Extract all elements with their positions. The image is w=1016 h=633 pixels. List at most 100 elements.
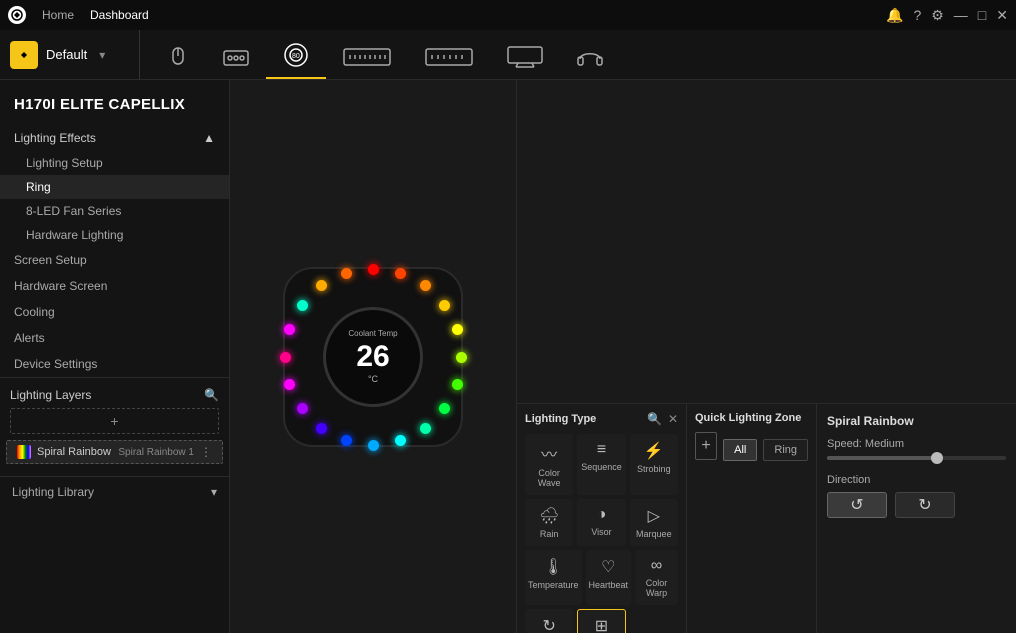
lighting-type-icons: 🔍 ✕ xyxy=(647,412,678,426)
screen-temperature: 26 xyxy=(356,340,389,374)
effect-rain[interactable]: 🌧 Rain xyxy=(525,499,573,546)
led-dot-8 xyxy=(420,423,431,434)
sequence-icon: ≡ xyxy=(597,441,606,459)
led-dot-12 xyxy=(316,423,327,434)
led-dot-7 xyxy=(439,403,450,414)
led-dot-4 xyxy=(452,324,463,335)
direction-cw-button[interactable]: ↻ xyxy=(895,492,955,518)
sidebar-item-hardware-screen[interactable]: Hardware Screen xyxy=(0,273,229,299)
sidebar-item-lighting-setup[interactable]: Lighting Setup xyxy=(0,151,229,175)
help-icon[interactable]: ? xyxy=(913,7,921,23)
lighting-search-icon[interactable]: 🔍 xyxy=(647,412,662,426)
device-tabs: 80 xyxy=(140,30,1006,79)
center-panel: Coolant Temp 26 °C xyxy=(230,80,516,633)
sidebar-item-screen-setup[interactable]: Screen Setup xyxy=(0,247,229,273)
effect-screen-lighting[interactable]: ⊞ Screen Light... xyxy=(577,609,625,633)
direction-label: Direction xyxy=(827,474,1006,486)
quick-lighting-zone-panel: Quick Lighting Zone + All Ring xyxy=(687,404,817,633)
quick-zone-title: Quick Lighting Zone xyxy=(695,412,801,424)
effect-sequence[interactable]: ≡ Sequence xyxy=(577,434,625,495)
notification-icon[interactable]: 🔔 xyxy=(886,7,903,24)
sidebar-item-cooling[interactable]: Cooling xyxy=(0,299,229,325)
visor-icon: ◑ xyxy=(597,506,607,524)
effect-label: Temperature xyxy=(528,580,579,590)
device-title: H170I ELITE CAPELLIX xyxy=(0,90,229,125)
speed-slider-thumb[interactable] xyxy=(931,452,943,464)
profile-caret-icon: ▾ xyxy=(99,48,105,62)
device-preview-container: Coolant Temp 26 °C xyxy=(273,257,473,457)
lighting-close-icon[interactable]: ✕ xyxy=(668,412,678,426)
effect-heartbeat[interactable]: ♡ Heartbeat xyxy=(586,550,632,605)
nav-dashboard[interactable]: Dashboard xyxy=(90,8,149,22)
zone-btn-all[interactable]: All xyxy=(723,439,757,461)
led-dot-11 xyxy=(341,435,352,446)
speed-slider[interactable] xyxy=(827,456,1006,460)
lighting-library[interactable]: Lighting Library ▾ xyxy=(0,476,229,507)
effect-label: Visor xyxy=(591,527,611,537)
sidebar: H170I ELITE CAPELLIX Lighting Effects ▲ … xyxy=(0,80,230,633)
settings-icon[interactable]: ⚙ xyxy=(931,7,944,24)
sidebar-lighting-effects[interactable]: Lighting Effects ▲ xyxy=(0,125,229,151)
right-panel: Lighting Type 🔍 ✕ 〰 Color Wave xyxy=(516,80,1016,633)
speed-slider-track xyxy=(827,456,1006,460)
effect-label: Marquee xyxy=(636,529,672,539)
led-dot-3 xyxy=(439,300,450,311)
device-tab-mouse[interactable] xyxy=(150,30,206,79)
effect-color-warp[interactable]: ∞ Color Warp xyxy=(635,550,678,605)
led-dot-10 xyxy=(368,440,379,451)
sidebar-item-alerts[interactable]: Alerts xyxy=(0,325,229,351)
lighting-layers-section: Lighting Layers 🔍 + Spiral Rainbow Spira… xyxy=(0,377,229,476)
effect-color-wave[interactable]: 〰 Color Wave xyxy=(525,434,573,495)
device-tab-pump[interactable]: 80 xyxy=(266,30,326,79)
led-dot-6 xyxy=(452,379,463,390)
device-tab-headset[interactable] xyxy=(560,30,620,79)
layer-name: Spiral Rainbow xyxy=(37,446,112,458)
device-tab-monitor[interactable] xyxy=(490,30,560,79)
sidebar-item-ring[interactable]: Ring xyxy=(0,175,229,199)
device-tab-hub[interactable] xyxy=(206,30,266,79)
effect-visor[interactable]: ◑ Visor xyxy=(577,499,625,546)
profile-icon xyxy=(10,41,38,69)
profile-selector[interactable]: Default ▾ xyxy=(10,30,140,79)
nav-home[interactable]: Home xyxy=(42,8,74,22)
device-tab-keyboard2[interactable] xyxy=(408,30,490,79)
layers-search-icon[interactable]: 🔍 xyxy=(204,388,219,402)
led-dot-2 xyxy=(420,280,431,291)
color-warp-icon: ∞ xyxy=(651,557,662,575)
close-button[interactable]: ✕ xyxy=(996,7,1008,24)
rotary-stack-icon: ↻ xyxy=(542,616,555,633)
direction-buttons: ↺ ↻ xyxy=(827,492,1006,518)
marquee-icon: ▷ xyxy=(648,506,660,526)
device-tab-keyboard1[interactable] xyxy=(326,30,408,79)
layer-more-icon[interactable]: ⋮ xyxy=(200,445,212,459)
bottom-panels-row: Lighting Type 🔍 ✕ 〰 Color Wave xyxy=(517,403,1016,633)
effect-temperature[interactable]: 🌡 Temperature xyxy=(525,550,582,605)
effect-label: Rain xyxy=(540,529,559,539)
effect-rotary-stack[interactable]: ↻ Rotary Stack xyxy=(525,609,573,633)
rain-icon: 🌧 xyxy=(539,506,559,526)
effect-label: Strobing xyxy=(637,464,671,474)
zone-add-button[interactable]: + xyxy=(695,432,717,460)
layer-color-swatch xyxy=(17,445,31,459)
layer-item[interactable]: Spiral Rainbow Spiral Rainbow 1 ⋮ xyxy=(6,440,223,464)
zone-btn-ring[interactable]: Ring xyxy=(763,439,808,461)
minimize-button[interactable]: — xyxy=(954,7,968,23)
lighting-type-panel: Lighting Type 🔍 ✕ 〰 Color Wave xyxy=(517,404,687,633)
direction-ccw-button[interactable]: ↺ xyxy=(827,492,887,518)
spiral-rainbow-title: Spiral Rainbow xyxy=(827,414,1006,428)
content-area: Coolant Temp 26 °C Lighting Type 🔍 xyxy=(230,80,1016,633)
effects-row2: 🌧 Rain ◑ Visor ▷ Marquee xyxy=(525,499,678,546)
led-dot-1 xyxy=(395,268,406,279)
restore-button[interactable]: □ xyxy=(978,7,986,23)
lighting-effects-chevron: ▲ xyxy=(203,131,215,145)
effect-label: Heartbeat xyxy=(589,580,629,590)
effect-marquee[interactable]: ▷ Marquee xyxy=(630,499,678,546)
sidebar-item-8led-fan[interactable]: 8-LED Fan Series xyxy=(0,199,229,223)
sidebar-item-device-settings[interactable]: Device Settings xyxy=(0,351,229,377)
title-bar-nav: Home Dashboard xyxy=(42,8,149,22)
effect-strobing[interactable]: ⚡ Strobing xyxy=(630,434,678,495)
add-layer-button[interactable]: + xyxy=(10,408,219,434)
quick-zone-header: Quick Lighting Zone xyxy=(695,412,808,424)
sidebar-item-hardware-lighting[interactable]: Hardware Lighting xyxy=(0,223,229,247)
quick-zone-controls: + All Ring xyxy=(695,432,808,468)
